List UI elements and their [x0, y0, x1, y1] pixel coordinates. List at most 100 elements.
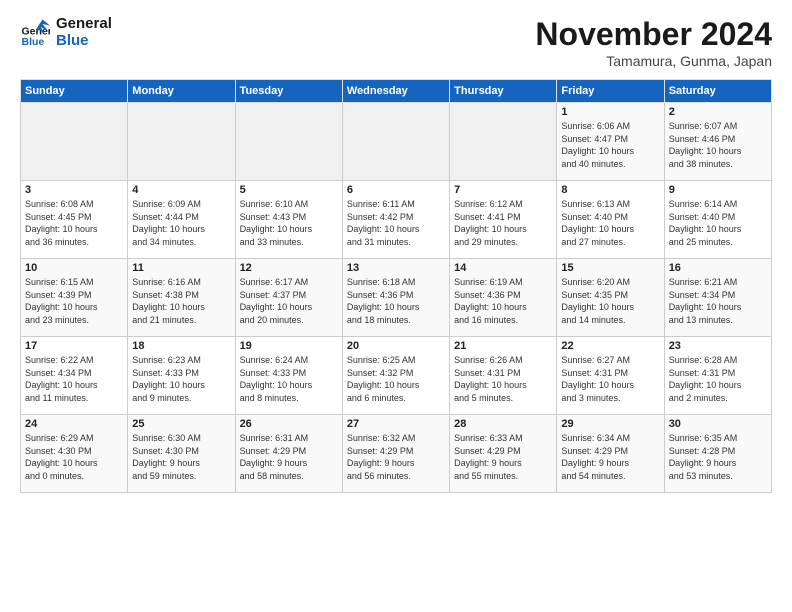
day-cell: 28 Sunrise: 6:33 AM Sunset: 4:29 PM Dayli… [450, 415, 557, 493]
day-cell: 5Sunrise: 6:10 AM Sunset: 4:43 PM Daylig… [235, 181, 342, 259]
logo-icon: General Blue [20, 18, 50, 48]
day-info: Sunrise: 6:29 AM Sunset: 4:30 PM Dayligh… [25, 432, 123, 482]
day-cell: 10 Sunrise: 6:15 AM Sunset: 4:39 PM Dayli… [21, 259, 128, 337]
month-title: November 2024 [535, 16, 772, 53]
day-info: Sunrise: 6:12 AM Sunset: 4:41 PM Dayligh… [454, 198, 552, 248]
day-cell: 24 Sunrise: 6:29 AM Sunset: 4:30 PM Dayli… [21, 415, 128, 493]
day-cell: 15 Sunrise: 6:20 AM Sunset: 4:35 PM Dayli… [557, 259, 664, 337]
day-number: 7 [454, 184, 552, 196]
day-cell: 26 Sunrise: 6:31 AM Sunset: 4:29 PM Dayli… [235, 415, 342, 493]
day-number: 19 [240, 340, 338, 352]
day-cell: 21 Sunrise: 6:26 AM Sunset: 4:31 PM Dayli… [450, 337, 557, 415]
header: General Blue General Blue November 2024 … [20, 16, 772, 69]
title-block: November 2024 Tamamura, Gunma, Japan [535, 16, 772, 69]
day-info: Sunrise: 6:25 AM Sunset: 4:32 PM Dayligh… [347, 354, 445, 404]
day-number: 22 [561, 340, 659, 352]
day-cell: 20Sunrise: 6:25 AM Sunset: 4:32 PM Dayli… [342, 337, 449, 415]
column-header-thursday: Thursday [450, 80, 557, 103]
week-row-5: 24 Sunrise: 6:29 AM Sunset: 4:30 PM Dayli… [21, 415, 772, 493]
day-info: Sunrise: 6:23 AM Sunset: 4:33 PM Dayligh… [132, 354, 230, 404]
day-number: 29 [561, 418, 659, 430]
day-info: Sunrise: 6:24 AM Sunset: 4:33 PM Dayligh… [240, 354, 338, 404]
day-number: 11 [132, 262, 230, 274]
logo-line2: Blue [56, 33, 112, 50]
day-cell [342, 103, 449, 181]
day-info: Sunrise: 6:28 AM Sunset: 4:31 PM Dayligh… [669, 354, 767, 404]
day-number: 16 [669, 262, 767, 274]
day-cell: 11 Sunrise: 6:16 AM Sunset: 4:38 PM Dayli… [128, 259, 235, 337]
day-number: 28 [454, 418, 552, 430]
week-row-1: 1 Sunrise: 6:06 AM Sunset: 4:47 PM Daylig… [21, 103, 772, 181]
day-info: Sunrise: 6:07 AM Sunset: 4:46 PM Dayligh… [669, 120, 767, 170]
day-cell: 3 Sunrise: 6:08 AM Sunset: 4:45 PM Daylig… [21, 181, 128, 259]
day-cell [21, 103, 128, 181]
day-number: 30 [669, 418, 767, 430]
day-number: 17 [25, 340, 123, 352]
day-info: Sunrise: 6:30 AM Sunset: 4:30 PM Dayligh… [132, 432, 230, 482]
day-number: 25 [132, 418, 230, 430]
day-info: Sunrise: 6:27 AM Sunset: 4:31 PM Dayligh… [561, 354, 659, 404]
day-number: 12 [240, 262, 338, 274]
day-number: 13 [347, 262, 445, 274]
day-info: Sunrise: 6:33 AM Sunset: 4:29 PM Dayligh… [454, 432, 552, 482]
day-info: Sunrise: 6:10 AM Sunset: 4:43 PM Dayligh… [240, 198, 338, 248]
day-cell: 19 Sunrise: 6:24 AM Sunset: 4:33 PM Dayli… [235, 337, 342, 415]
day-info: Sunrise: 6:18 AM Sunset: 4:36 PM Dayligh… [347, 276, 445, 326]
day-cell: 23Sunrise: 6:28 AM Sunset: 4:31 PM Dayli… [664, 337, 771, 415]
day-info: Sunrise: 6:17 AM Sunset: 4:37 PM Dayligh… [240, 276, 338, 326]
day-info: Sunrise: 6:21 AM Sunset: 4:34 PM Dayligh… [669, 276, 767, 326]
day-info: Sunrise: 6:08 AM Sunset: 4:45 PM Dayligh… [25, 198, 123, 248]
day-info: Sunrise: 6:09 AM Sunset: 4:44 PM Dayligh… [132, 198, 230, 248]
day-number: 14 [454, 262, 552, 274]
day-number: 1 [561, 106, 659, 118]
page: General Blue General Blue November 2024 … [0, 0, 792, 612]
day-info: Sunrise: 6:14 AM Sunset: 4:40 PM Dayligh… [669, 198, 767, 248]
location: Tamamura, Gunma, Japan [535, 53, 772, 69]
day-cell: 27 Sunrise: 6:32 AM Sunset: 4:29 PM Dayli… [342, 415, 449, 493]
day-cell: 8Sunrise: 6:13 AM Sunset: 4:40 PM Daylig… [557, 181, 664, 259]
day-number: 18 [132, 340, 230, 352]
day-cell: 7 Sunrise: 6:12 AM Sunset: 4:41 PM Daylig… [450, 181, 557, 259]
day-info: Sunrise: 6:34 AM Sunset: 4:29 PM Dayligh… [561, 432, 659, 482]
day-number: 24 [25, 418, 123, 430]
day-number: 27 [347, 418, 445, 430]
day-number: 9 [669, 184, 767, 196]
day-cell: 2 Sunrise: 6:07 AM Sunset: 4:46 PM Daylig… [664, 103, 771, 181]
column-header-saturday: Saturday [664, 80, 771, 103]
day-number: 15 [561, 262, 659, 274]
day-info: Sunrise: 6:35 AM Sunset: 4:28 PM Dayligh… [669, 432, 767, 482]
day-number: 2 [669, 106, 767, 118]
day-cell: 29 Sunrise: 6:34 AM Sunset: 4:29 PM Dayli… [557, 415, 664, 493]
day-info: Sunrise: 6:32 AM Sunset: 4:29 PM Dayligh… [347, 432, 445, 482]
day-number: 21 [454, 340, 552, 352]
day-cell: 30 Sunrise: 6:35 AM Sunset: 4:28 PM Dayli… [664, 415, 771, 493]
logo-line1: General [56, 16, 112, 33]
day-info: Sunrise: 6:20 AM Sunset: 4:35 PM Dayligh… [561, 276, 659, 326]
day-number: 10 [25, 262, 123, 274]
day-number: 8 [561, 184, 659, 196]
day-cell: 16 Sunrise: 6:21 AM Sunset: 4:34 PM Dayli… [664, 259, 771, 337]
day-info: Sunrise: 6:06 AM Sunset: 4:47 PM Dayligh… [561, 120, 659, 170]
day-cell: 17Sunrise: 6:22 AM Sunset: 4:34 PM Dayli… [21, 337, 128, 415]
day-cell: 13 Sunrise: 6:18 AM Sunset: 4:36 PM Dayli… [342, 259, 449, 337]
day-cell: 4 Sunrise: 6:09 AM Sunset: 4:44 PM Daylig… [128, 181, 235, 259]
day-cell [450, 103, 557, 181]
week-row-2: 3 Sunrise: 6:08 AM Sunset: 4:45 PM Daylig… [21, 181, 772, 259]
day-info: Sunrise: 6:16 AM Sunset: 4:38 PM Dayligh… [132, 276, 230, 326]
day-cell: 12 Sunrise: 6:17 AM Sunset: 4:37 PM Dayli… [235, 259, 342, 337]
day-info: Sunrise: 6:19 AM Sunset: 4:36 PM Dayligh… [454, 276, 552, 326]
day-info: Sunrise: 6:31 AM Sunset: 4:29 PM Dayligh… [240, 432, 338, 482]
column-header-sunday: Sunday [21, 80, 128, 103]
day-cell: 25 Sunrise: 6:30 AM Sunset: 4:30 PM Dayli… [128, 415, 235, 493]
day-info: Sunrise: 6:15 AM Sunset: 4:39 PM Dayligh… [25, 276, 123, 326]
column-header-tuesday: Tuesday [235, 80, 342, 103]
day-cell [128, 103, 235, 181]
day-cell: 6Sunrise: 6:11 AM Sunset: 4:42 PM Daylig… [342, 181, 449, 259]
svg-text:Blue: Blue [22, 36, 45, 48]
column-header-monday: Monday [128, 80, 235, 103]
day-info: Sunrise: 6:11 AM Sunset: 4:42 PM Dayligh… [347, 198, 445, 248]
day-number: 3 [25, 184, 123, 196]
day-info: Sunrise: 6:26 AM Sunset: 4:31 PM Dayligh… [454, 354, 552, 404]
day-number: 26 [240, 418, 338, 430]
day-number: 4 [132, 184, 230, 196]
